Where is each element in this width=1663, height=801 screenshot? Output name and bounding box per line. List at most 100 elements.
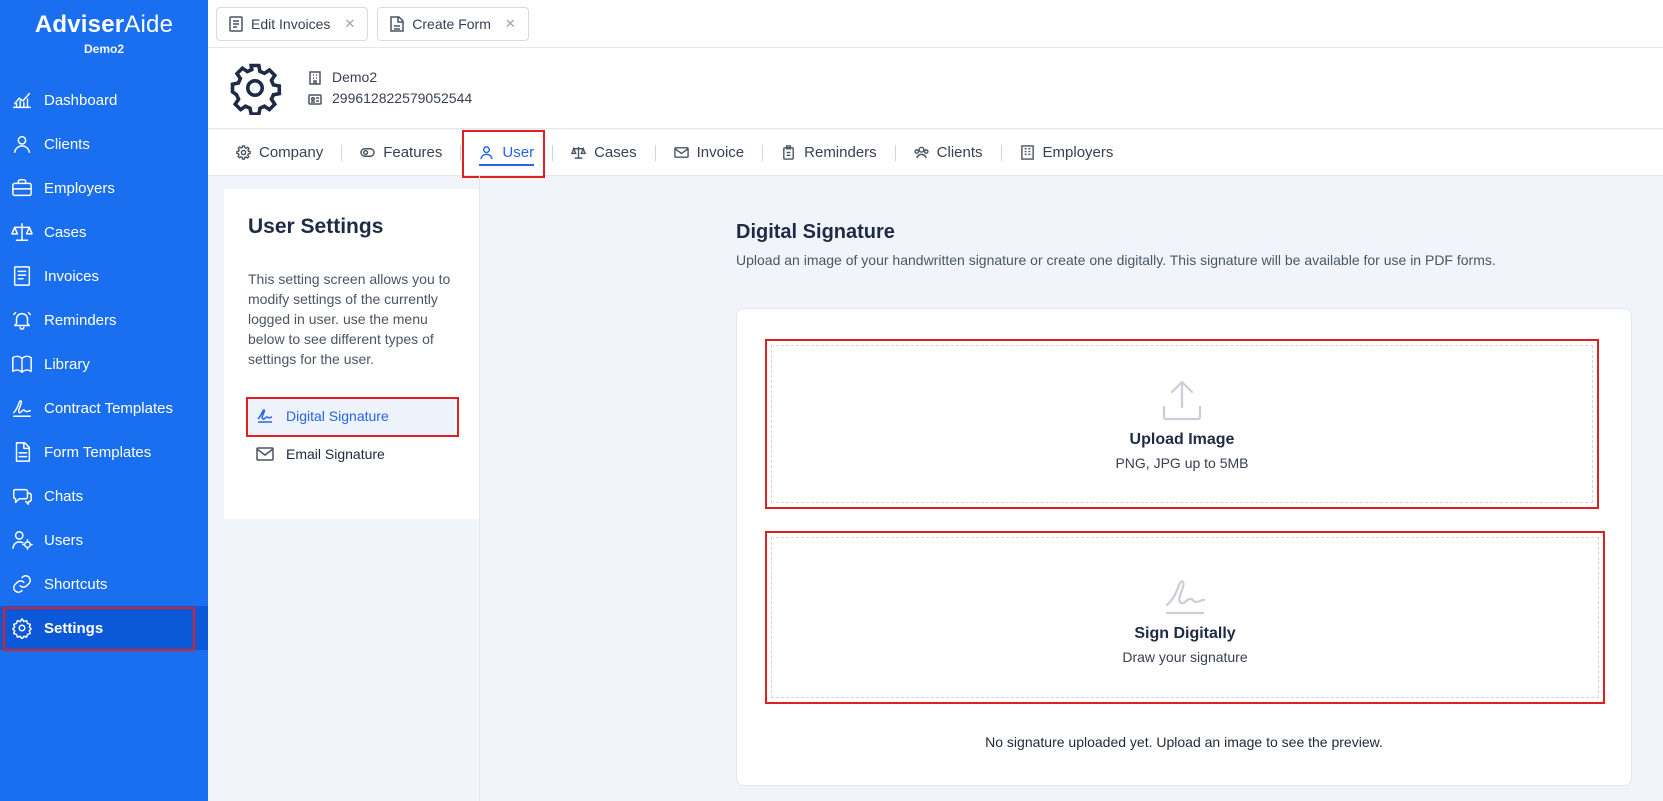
tab-company[interactable]: Company	[236, 130, 323, 176]
signature-icon	[1165, 579, 1206, 614]
no-signature-message: No signature uploaded yet. Upload an ima…	[985, 734, 1383, 750]
company-id-row: 299612822579052544	[308, 88, 472, 109]
sidebar-item-shortcuts[interactable]: Shortcuts	[0, 562, 208, 606]
sidebar-item-label: Reminders	[44, 311, 117, 329]
mail-icon	[256, 447, 274, 461]
invoice-icon	[10, 264, 34, 288]
sidebar-item-label: Library	[44, 355, 90, 373]
users-icon	[914, 146, 929, 159]
doc-tab-edit-invoices[interactable]: Edit Invoices ✕	[216, 6, 369, 41]
user-settings-panel: User Settings This setting screen allows…	[224, 189, 479, 519]
section-title: Digital Signature	[736, 221, 895, 243]
sidebar-item-label: Users	[44, 531, 84, 549]
sidebar-item-label: Clients	[44, 135, 90, 153]
digital-signature-section: Digital Signature Upload an image of you…	[736, 221, 1631, 270]
settings-gear-icon	[228, 61, 282, 116]
tab-divider	[552, 144, 554, 161]
tab-label: Company	[259, 144, 324, 161]
company-name: Demo2	[332, 69, 378, 85]
scale-icon	[571, 146, 587, 159]
building-icon	[1020, 145, 1034, 160]
document-icon	[229, 15, 243, 32]
tab-divider	[460, 144, 462, 161]
sign-digitally-title: Sign Digitally	[1134, 624, 1236, 642]
sidebar-item-users[interactable]: Users	[0, 518, 208, 562]
upload-image-dropzone[interactable]: Upload Image PNG, JPG up to 5MB	[765, 339, 1599, 509]
sidebar-item-contract-templates[interactable]: Contract Templates	[0, 386, 208, 430]
doc-tab-create-form[interactable]: Create Form ✕	[377, 6, 529, 41]
sidebar-item-invoices[interactable]: Invoices	[0, 254, 208, 298]
upload-image-title: Upload Image	[1129, 431, 1235, 448]
brand-logo[interactable]: AdviserAide	[0, 12, 208, 38]
signature-card: Upload Image PNG, JPG up to 5MB Sign Dig…	[736, 308, 1632, 786]
sidebar-item-label: Settings	[44, 619, 104, 637]
sidebar-item-reminders[interactable]: Reminders	[0, 298, 208, 342]
tab-label: User	[502, 144, 535, 161]
sign-digitally-hint: Draw your signature	[1122, 648, 1248, 665]
close-icon[interactable]: ✕	[505, 16, 516, 32]
tab-label: Reminders	[804, 144, 877, 161]
menu-item-label: Digital Signature	[286, 408, 389, 424]
tab-label: Employers	[1042, 144, 1114, 161]
sidebar-item-library[interactable]: Library	[0, 342, 208, 386]
tab-employers[interactable]: Employers	[1020, 130, 1114, 176]
tab-reminders[interactable]: Reminders	[781, 130, 877, 176]
sidebar-item-label: Contract Templates	[44, 399, 173, 417]
sidebar-item-form-templates[interactable]: Form Templates	[0, 430, 208, 474]
tab-cases[interactable]: Cases	[571, 130, 637, 176]
doc-tab-label: Create Form	[412, 15, 491, 32]
sidebar: AdviserAide Demo2 Dashboard Clients Empl…	[0, 0, 208, 801]
sidebar-item-label: Shortcuts	[44, 575, 108, 593]
menu-item-digital-signature[interactable]: Digital Signature	[246, 397, 459, 437]
bell-icon	[10, 308, 34, 332]
tab-user[interactable]: User	[462, 129, 545, 178]
settings-section-tabs: Company Features User Cases Invoice Remi…	[208, 129, 1663, 178]
gear-icon	[10, 616, 34, 640]
gear-icon	[236, 145, 251, 160]
sidebar-item-label: Employers	[44, 179, 115, 197]
document-tabs-bar: Edit Invoices ✕ Create Form ✕	[208, 0, 1663, 48]
sidebar-item-clients[interactable]: Clients	[0, 122, 208, 166]
sidebar-item-label: Form Templates	[44, 443, 152, 461]
scale-icon	[10, 220, 34, 244]
clipboard-icon	[783, 145, 795, 160]
tab-label: Cases	[594, 144, 637, 161]
menu-item-email-signature[interactable]: Email Signature	[248, 435, 455, 473]
user-settings-description: This setting screen allows you to modify…	[248, 271, 451, 367]
chat-icon	[10, 484, 34, 508]
company-id: 299612822579052544	[332, 90, 473, 106]
link-icon	[10, 572, 34, 596]
brand: AdviserAide Demo2	[0, 0, 208, 72]
briefcase-icon	[10, 176, 34, 200]
upload-icon	[1162, 380, 1202, 421]
tab-label: Clients	[936, 144, 983, 161]
company-name-row: Demo2	[308, 67, 472, 88]
tab-invoice[interactable]: Invoice	[673, 130, 744, 176]
sidebar-item-settings[interactable]: Settings	[0, 606, 208, 651]
tab-divider	[1000, 144, 1002, 161]
tab-features[interactable]: Features	[360, 130, 442, 176]
tab-clients[interactable]: Clients	[914, 130, 983, 176]
book-icon	[10, 352, 34, 376]
upload-image-hint: PNG, JPG up to 5MB	[1115, 455, 1249, 471]
sign-digitally-area[interactable]: Sign Digitally Draw your signature	[765, 531, 1605, 704]
mail-icon	[673, 147, 689, 158]
document-icon	[10, 440, 34, 464]
id-card-icon	[308, 93, 322, 105]
sidebar-item-dashboard[interactable]: Dashboard	[0, 78, 208, 122]
sidebar-item-cases[interactable]: Cases	[0, 210, 208, 254]
close-icon[interactable]: ✕	[344, 16, 355, 32]
tab-divider	[341, 144, 343, 161]
tab-label: Features	[383, 144, 443, 161]
user-settings-title: User Settings	[248, 215, 384, 238]
sidebar-item-label: Dashboard	[44, 91, 118, 109]
brand-subtitle: Demo2	[83, 42, 124, 56]
users-gear-icon	[10, 528, 34, 552]
document-icon	[390, 15, 405, 32]
tab-divider	[762, 144, 764, 161]
section-description: Upload an image of your handwritten sign…	[736, 252, 1496, 268]
active-tab-indicator	[479, 163, 535, 166]
sidebar-nav: Dashboard Clients Employers Cases Invoic…	[0, 78, 208, 651]
sidebar-item-chats[interactable]: Chats	[0, 474, 208, 518]
sidebar-item-employers[interactable]: Employers	[0, 166, 208, 210]
